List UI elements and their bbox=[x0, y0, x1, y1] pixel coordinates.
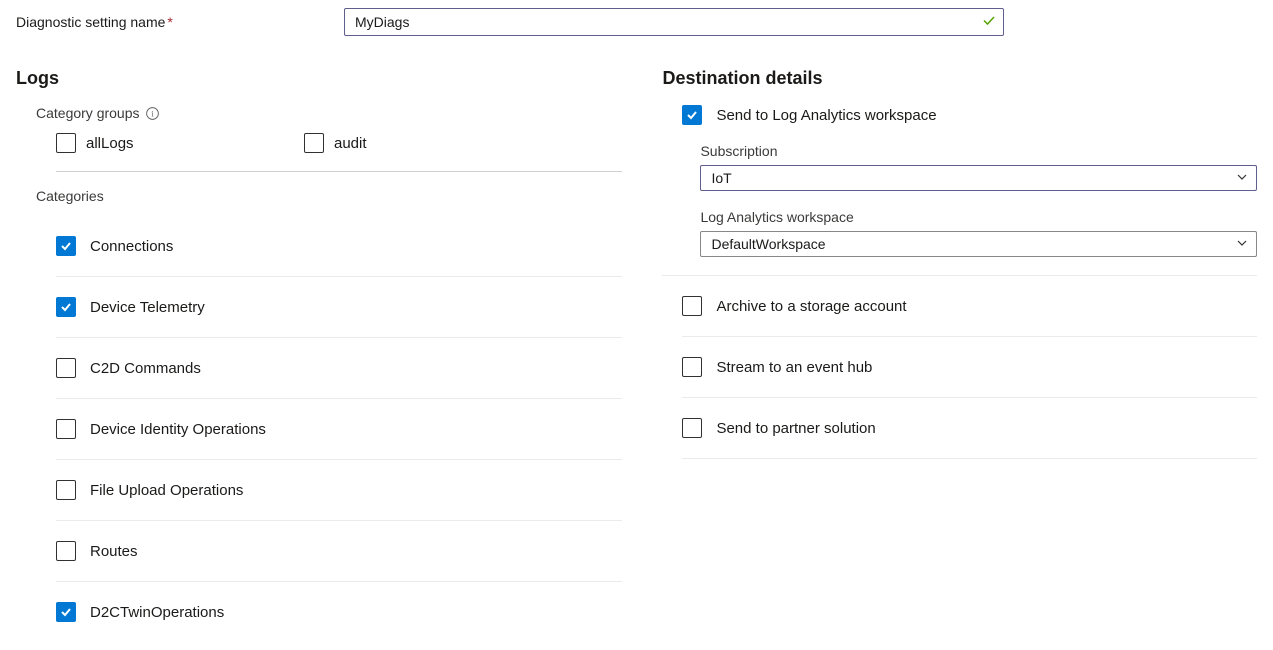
workspace-select[interactable]: DefaultWorkspace bbox=[700, 231, 1257, 257]
required-indicator: * bbox=[167, 14, 172, 30]
label-device-identity[interactable]: Device Identity Operations bbox=[90, 421, 266, 438]
dest-options-list: Archive to a storage account Stream to a… bbox=[662, 275, 1257, 459]
subscription-value: IoT bbox=[711, 170, 731, 186]
dest-archive-storage: Archive to a storage account bbox=[682, 276, 1257, 337]
checkbox-device-identity[interactable] bbox=[56, 419, 76, 439]
chevron-down-icon bbox=[1236, 170, 1248, 186]
category-groups-label: Category groups bbox=[36, 105, 140, 121]
label-device-telemetry[interactable]: Device Telemetry bbox=[90, 299, 205, 316]
category-groups-row: allLogs audit bbox=[56, 133, 622, 172]
logs-column: Logs Category groups i allLogs audit Cat… bbox=[16, 68, 622, 642]
label-audit[interactable]: audit bbox=[334, 135, 367, 152]
category-d2c-twin: D2CTwinOperations bbox=[56, 582, 622, 642]
categories-list: Connections Device Telemetry C2D Command… bbox=[56, 216, 622, 642]
label-archive-storage[interactable]: Archive to a storage account bbox=[716, 298, 906, 315]
label-routes[interactable]: Routes bbox=[90, 543, 138, 560]
chevron-down-icon bbox=[1236, 236, 1248, 252]
setting-name-input[interactable] bbox=[344, 8, 1004, 36]
checkbox-connections[interactable] bbox=[56, 236, 76, 256]
label-file-upload[interactable]: File Upload Operations bbox=[90, 482, 243, 499]
workspace-label: Log Analytics workspace bbox=[700, 209, 1257, 225]
checkbox-alllogs[interactable] bbox=[56, 133, 76, 153]
setting-name-row: Diagnostic setting name* bbox=[16, 8, 1257, 36]
subscription-label: Subscription bbox=[700, 143, 1257, 159]
setting-name-label-text: Diagnostic setting name bbox=[16, 14, 165, 30]
category-c2d-commands: C2D Commands bbox=[56, 338, 622, 399]
workspace-field: Log Analytics workspace DefaultWorkspace bbox=[700, 209, 1257, 257]
label-partner-solution[interactable]: Send to partner solution bbox=[716, 420, 875, 437]
label-connections[interactable]: Connections bbox=[90, 238, 173, 255]
subscription-select[interactable]: IoT bbox=[700, 165, 1257, 191]
checkbox-routes[interactable] bbox=[56, 541, 76, 561]
checkbox-d2c-twin[interactable] bbox=[56, 602, 76, 622]
logs-title: Logs bbox=[16, 68, 622, 89]
checkbox-stream-eventhub[interactable] bbox=[682, 357, 702, 377]
destination-column: Destination details Send to Log Analytic… bbox=[662, 68, 1257, 642]
law-config: Subscription IoT Log Analytics workspace… bbox=[700, 143, 1257, 257]
category-device-telemetry: Device Telemetry bbox=[56, 277, 622, 338]
category-groups-heading: Category groups i bbox=[36, 105, 622, 121]
checkbox-partner-solution[interactable] bbox=[682, 418, 702, 438]
send-law-row: Send to Log Analytics workspace bbox=[682, 105, 1257, 125]
checkbox-c2d-commands[interactable] bbox=[56, 358, 76, 378]
group-audit: audit bbox=[304, 133, 552, 153]
subscription-field: Subscription IoT bbox=[700, 143, 1257, 191]
label-send-law[interactable]: Send to Log Analytics workspace bbox=[716, 107, 936, 124]
checkbox-audit[interactable] bbox=[304, 133, 324, 153]
dest-stream-eventhub: Stream to an event hub bbox=[682, 337, 1257, 398]
info-icon[interactable]: i bbox=[146, 106, 160, 120]
category-connections: Connections bbox=[56, 216, 622, 277]
destination-title: Destination details bbox=[662, 68, 1257, 89]
category-file-upload: File Upload Operations bbox=[56, 460, 622, 521]
dest-partner-solution: Send to partner solution bbox=[682, 398, 1257, 459]
checkbox-archive-storage[interactable] bbox=[682, 296, 702, 316]
setting-name-label: Diagnostic setting name* bbox=[16, 14, 344, 30]
svg-text:i: i bbox=[151, 109, 154, 118]
checkbox-device-telemetry[interactable] bbox=[56, 297, 76, 317]
label-d2c-twin[interactable]: D2CTwinOperations bbox=[90, 604, 224, 621]
workspace-value: DefaultWorkspace bbox=[711, 236, 825, 252]
setting-name-input-wrap bbox=[344, 8, 1004, 36]
category-device-identity: Device Identity Operations bbox=[56, 399, 622, 460]
group-alllogs: allLogs bbox=[56, 133, 304, 153]
label-c2d-commands[interactable]: C2D Commands bbox=[90, 360, 201, 377]
label-alllogs[interactable]: allLogs bbox=[86, 135, 134, 152]
categories-heading: Categories bbox=[36, 188, 622, 204]
categories-label: Categories bbox=[36, 188, 104, 204]
label-stream-eventhub[interactable]: Stream to an event hub bbox=[716, 359, 872, 376]
category-routes: Routes bbox=[56, 521, 622, 582]
checkbox-file-upload[interactable] bbox=[56, 480, 76, 500]
checkbox-send-law[interactable] bbox=[682, 105, 702, 125]
